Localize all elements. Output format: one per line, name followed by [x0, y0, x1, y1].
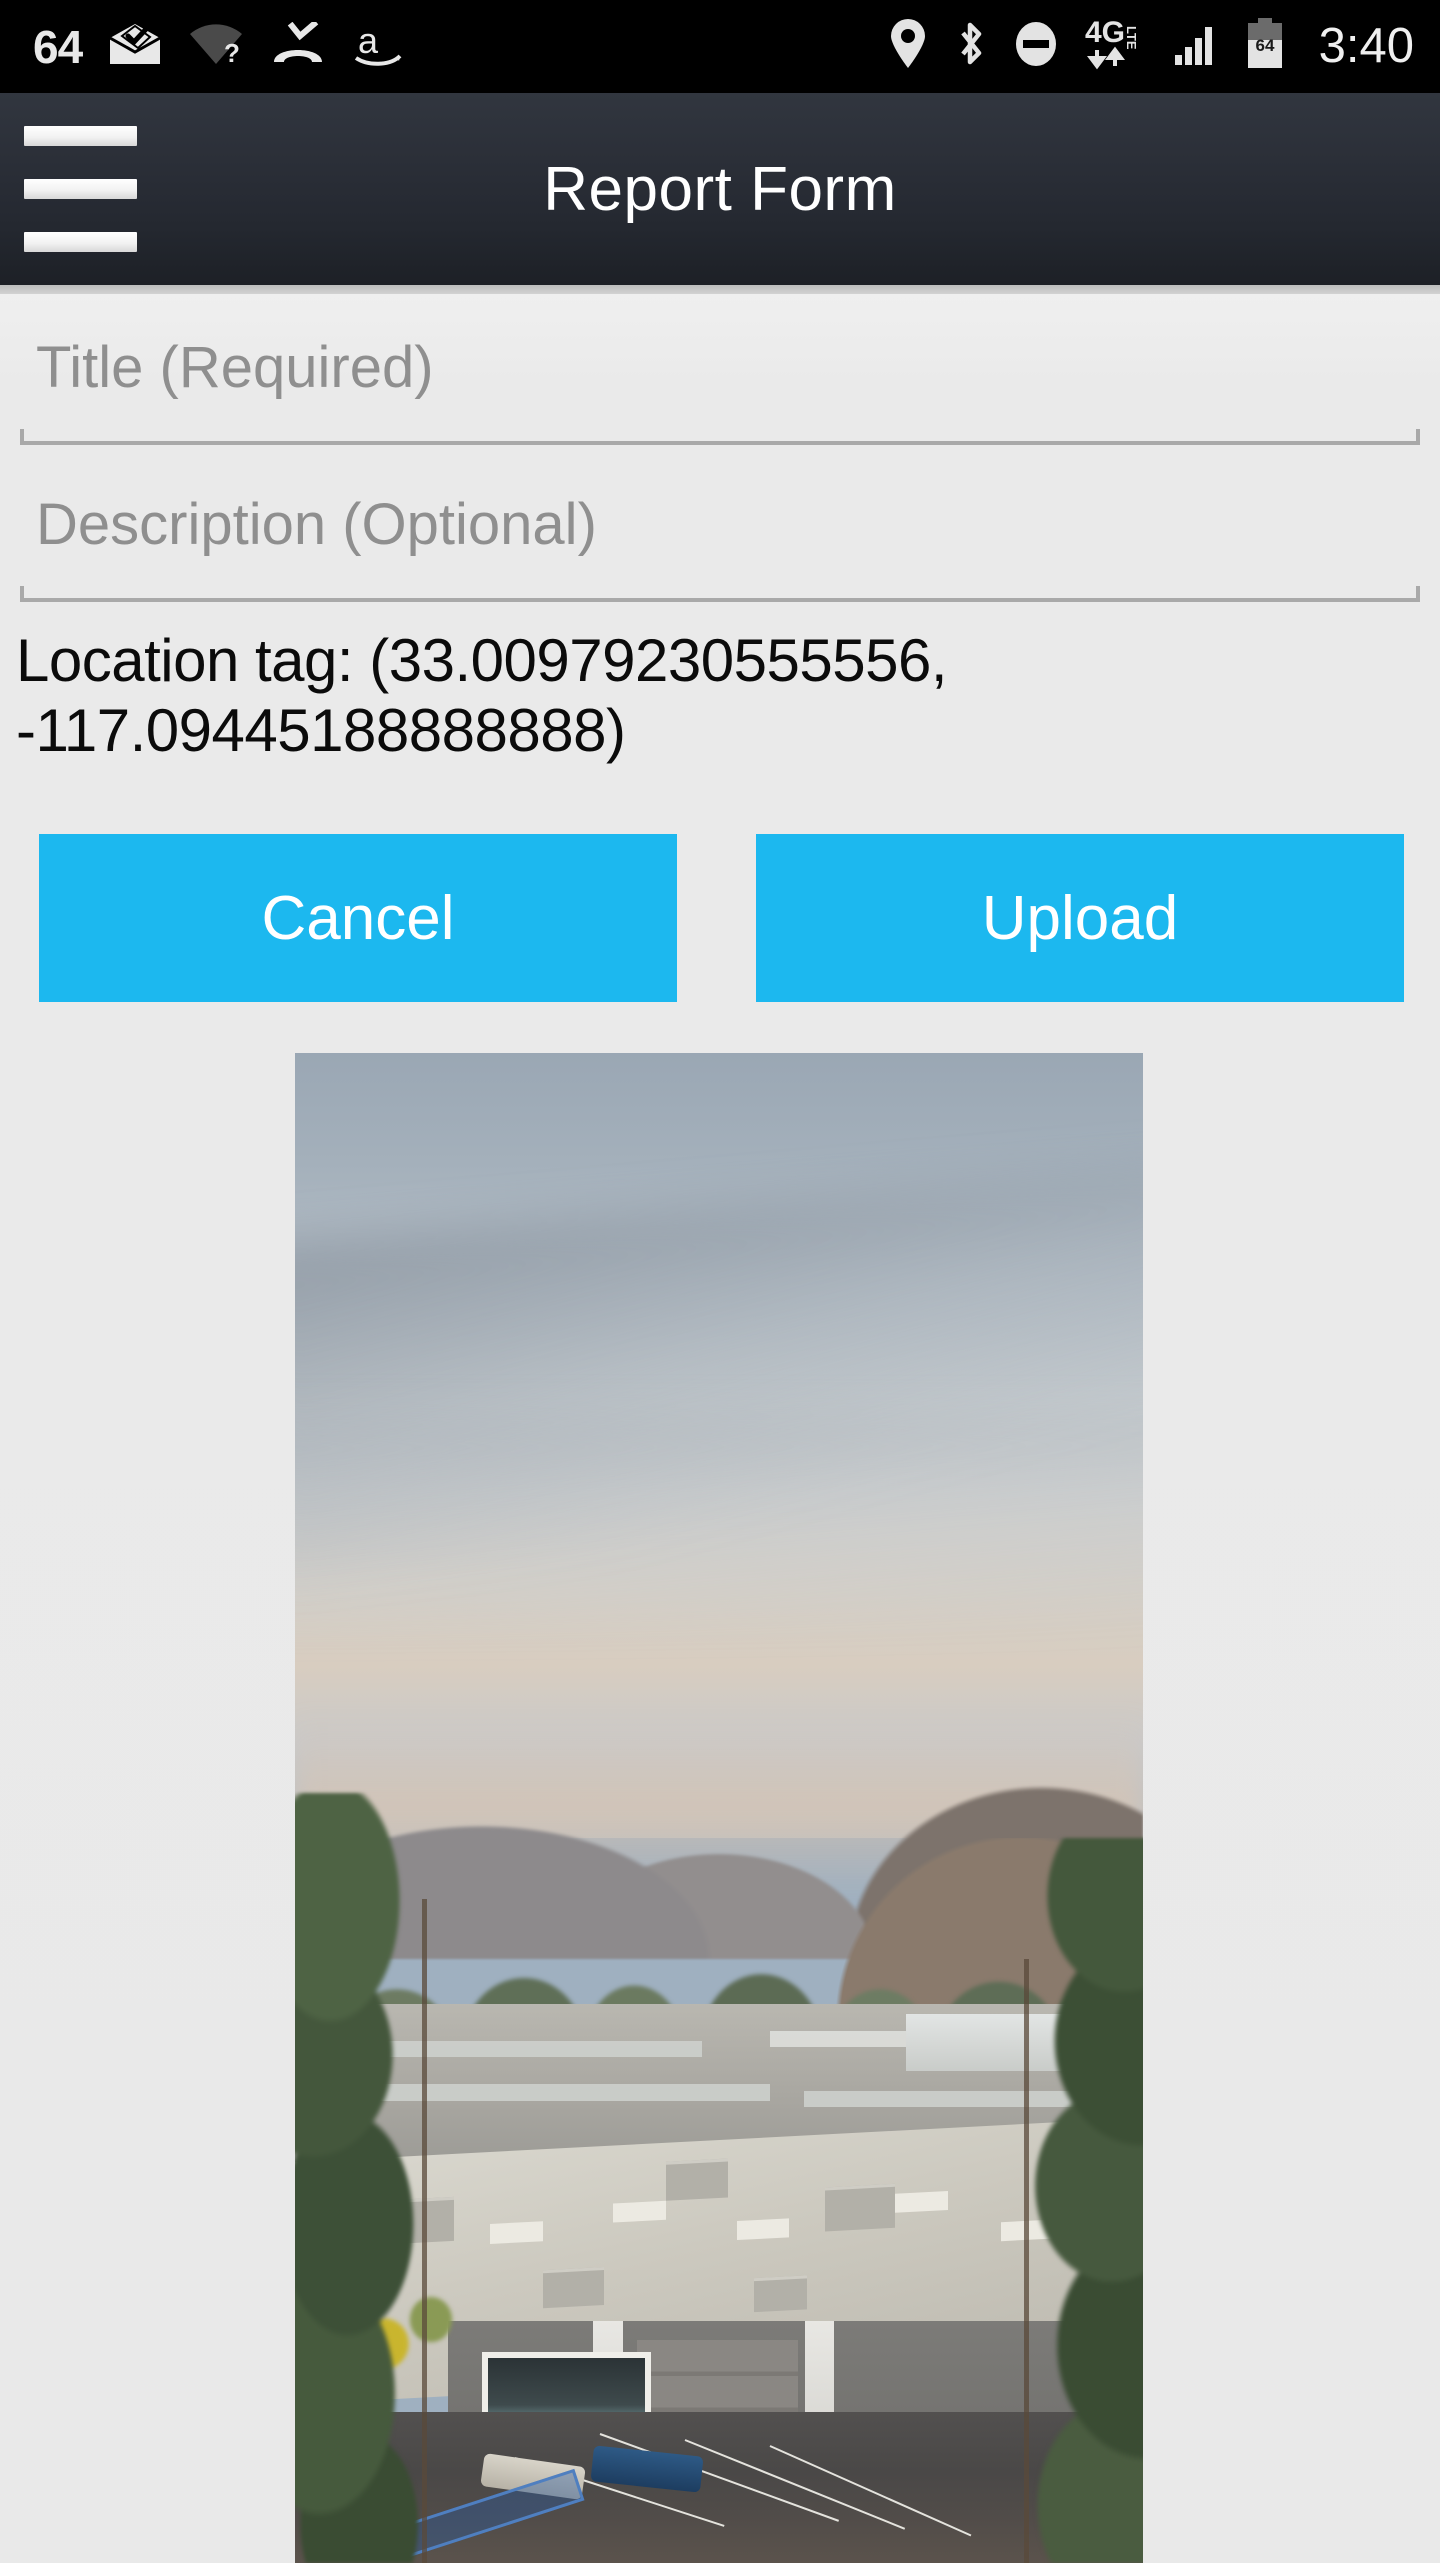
missed-call-icon: [270, 19, 326, 71]
title-field-underline: [20, 429, 1420, 445]
app-bar: Report Form: [0, 93, 1440, 294]
battery-icon: 64: [1245, 18, 1285, 75]
photo-pine-trunk: [422, 1898, 428, 2563]
svg-text:4G: 4G: [1085, 16, 1125, 49]
photo-tree-right: [922, 1838, 1143, 2563]
battery-level-label: 64: [1255, 36, 1274, 55]
status-bar[interactable]: 64 ? a 4G LTE 64 3:40: [0, 0, 1440, 93]
amazon-app-icon: a: [352, 20, 404, 71]
photo-roof-skylight: [613, 2200, 667, 2224]
photo-pine-trunk: [1024, 1959, 1030, 2563]
mail-read-icon: [108, 22, 162, 71]
svg-text:?: ?: [224, 38, 240, 66]
description-field[interactable]: Description (Optional): [20, 487, 1420, 602]
photo-preview[interactable]: [295, 1053, 1143, 2563]
hamburger-bar-1: [24, 126, 137, 146]
do-not-disturb-icon: [1013, 19, 1059, 74]
location-tag-text: Location tag: (33.00979230555556, -117.0…: [16, 627, 948, 765]
form-content: Title (Required) Description (Optional) …: [0, 294, 1440, 2563]
page-title: Report Form: [543, 154, 897, 224]
notification-count-badge: 64: [33, 20, 83, 73]
status-bar-left-icons: 64 ? a: [0, 19, 404, 73]
photo-roof-hvac-unit: [666, 2159, 728, 2201]
description-field-placeholder: Description (Optional): [36, 492, 597, 557]
photo-tree-left: [295, 1792, 533, 2563]
photo-roof-hvac-unit: [824, 2184, 896, 2232]
upload-button[interactable]: Upload: [756, 834, 1404, 1002]
location-pin-icon: [889, 19, 927, 74]
photo-roof-hvac-unit: [754, 2275, 808, 2313]
hamburger-bar-3: [24, 232, 137, 252]
hamburger-menu-icon[interactable]: [18, 124, 148, 254]
photo-parking-stripe: [684, 2439, 906, 2531]
hamburger-bar-2: [24, 179, 137, 199]
status-bar-right-icons: 4G LTE 64 3:40: [889, 0, 1414, 93]
signal-bars-icon: [1173, 21, 1219, 72]
bluetooth-icon: [953, 19, 987, 74]
svg-text:a: a: [358, 22, 379, 61]
description-field-underline: [20, 586, 1420, 602]
title-field[interactable]: Title (Required): [20, 330, 1420, 445]
title-field-placeholder: Title (Required): [36, 335, 434, 400]
network-4g-lte-icon: 4G LTE: [1085, 16, 1147, 77]
photo-roof-skylight: [736, 2218, 790, 2241]
photo-roof-hvac-unit: [542, 2266, 605, 2309]
wifi-unknown-icon: ?: [188, 22, 244, 71]
svg-text:LTE: LTE: [1124, 26, 1139, 50]
cancel-button[interactable]: Cancel: [39, 834, 677, 1002]
status-bar-clock: 3:40: [1318, 19, 1414, 73]
photo-cloud-band-2: [295, 1415, 1143, 1627]
